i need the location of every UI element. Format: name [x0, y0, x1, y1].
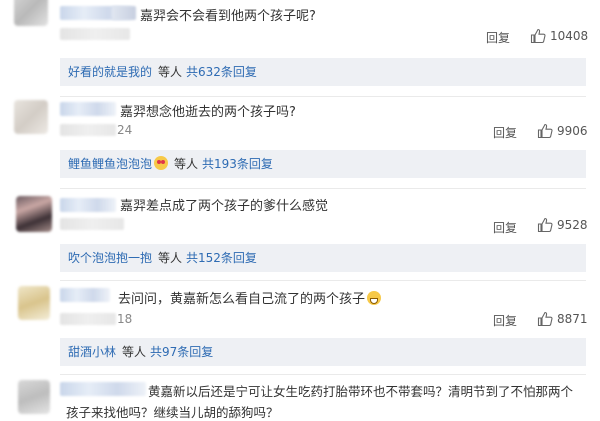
comment-text: 嘉羿差点成了两个孩子的爹什么感觉	[120, 199, 329, 214]
reply-thread-summary[interactable]: 鲤鱼鲤鱼泡泡泡 等人 共193条回复	[60, 150, 586, 178]
reply-button[interactable]: 回复	[493, 124, 517, 141]
comment-text: 嘉羿会不会看到他两个孩子呢?	[140, 9, 316, 24]
reply-button[interactable]: 回复	[493, 312, 517, 329]
reply-count-link[interactable]: 共193条回复	[202, 157, 273, 171]
like-count: 9528	[557, 218, 588, 232]
avatar[interactable]	[18, 286, 50, 320]
comment-text: 去问问，黄嘉新怎么看自己流了的两个孩子	[118, 288, 382, 307]
like-count: 10408	[550, 29, 589, 43]
reply-thread-summary[interactable]: 甜酒小林 等人 共97条回复	[60, 338, 586, 366]
username-blurred[interactable]	[60, 198, 116, 212]
reply-user-link[interactable]: 吹个泡泡抱一抱	[68, 251, 152, 265]
divider	[60, 188, 586, 189]
divider	[60, 96, 586, 97]
comment-text-body: 去问问，黄嘉新怎么看自己流了的两个孩子	[118, 292, 366, 307]
thumbs-up-icon[interactable]	[537, 311, 553, 327]
username-blurred[interactable]	[60, 288, 110, 302]
timestamp-blurred	[60, 313, 116, 325]
reply-user-link[interactable]: 鲤鱼鲤鱼泡泡泡	[68, 157, 152, 171]
heart-eyes-emoji-icon	[154, 156, 169, 170]
reply-mid-text: 等人	[122, 345, 147, 359]
badge-blurred	[112, 6, 136, 20]
comment-text-line-2: 孩子来找他吗？继续当儿胡的舔狗吗？	[66, 405, 279, 420]
thumbs-up-icon[interactable]	[537, 217, 553, 233]
thumbs-up-icon[interactable]	[537, 123, 553, 139]
username-blurred[interactable]	[60, 382, 146, 396]
like-count: 9906	[557, 124, 588, 138]
reply-mid-text: 等人	[158, 65, 183, 79]
reply-user-link[interactable]: 甜酒小林	[68, 345, 116, 359]
reply-button[interactable]: 回复	[493, 219, 517, 236]
divider	[60, 374, 586, 375]
timestamp-fragment: 24	[117, 123, 133, 137]
comment-text-line-1: 黄嘉新以后还是宁可让女生吃药打胎带环也不带套吗？清明节到了不怕那两个	[148, 384, 574, 399]
like-count: 8871	[557, 312, 588, 326]
reply-mid-text: 等人	[158, 251, 183, 265]
reply-count-link[interactable]: 共97条回复	[150, 345, 213, 359]
timestamp-blurred	[60, 124, 116, 136]
reply-user-link[interactable]: 好看的就是我的	[68, 65, 152, 79]
avatar[interactable]	[16, 196, 52, 232]
reply-thread-summary[interactable]: 好看的就是我的 等人 共632条回复	[60, 58, 586, 86]
reply-mid-text: 等人	[174, 157, 199, 171]
reply-count-link[interactable]: 共632条回复	[186, 65, 257, 79]
reply-thread-summary[interactable]: 吹个泡泡抱一抱 等人 共152条回复	[60, 244, 586, 272]
avatar[interactable]	[14, 100, 48, 134]
timestamp-fragment: 18	[117, 312, 133, 326]
reply-count-link[interactable]: 共152条回复	[186, 251, 257, 265]
grin-emoji-icon	[367, 291, 382, 305]
divider	[60, 280, 586, 281]
username-blurred[interactable]	[60, 102, 116, 116]
timestamp-blurred	[60, 218, 124, 230]
avatar[interactable]	[14, 0, 48, 26]
thumbs-up-icon[interactable]	[530, 28, 546, 44]
reply-button[interactable]: 回复	[486, 29, 510, 46]
timestamp-blurred	[60, 28, 130, 40]
avatar[interactable]	[18, 380, 50, 414]
comment-text: 嘉羿想念他逝去的两个孩子吗?	[120, 105, 296, 120]
